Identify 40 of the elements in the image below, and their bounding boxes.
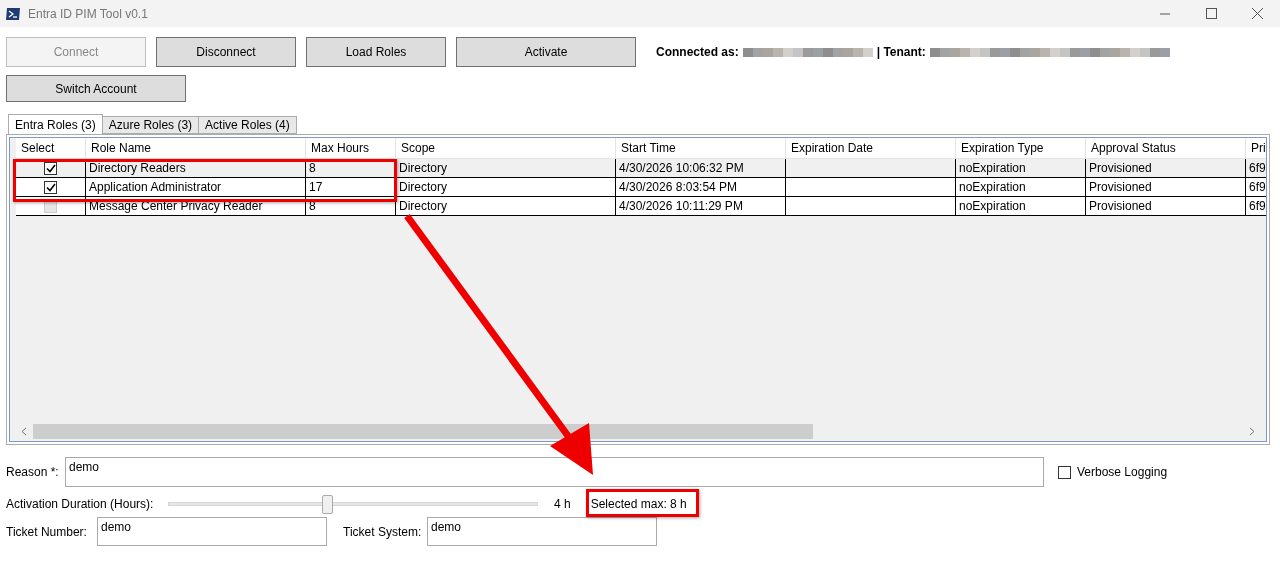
table-cell: Directory — [396, 197, 616, 216]
slider-thumb[interactable] — [322, 494, 334, 514]
table-cell: 6f9 — [1246, 197, 1266, 216]
ticket-number-field[interactable]: demo — [97, 517, 327, 546]
column-header[interactable]: Role Name — [86, 138, 306, 159]
row-checkbox[interactable] — [44, 180, 57, 194]
column-header[interactable]: Select — [16, 138, 86, 159]
toolbar-button[interactable]: Load Roles — [306, 37, 446, 67]
duration-reading: 4 h — [554, 497, 571, 511]
column-header[interactable]: Max Hours — [306, 138, 396, 159]
tab[interactable]: Entra Roles (3) — [8, 114, 103, 134]
toolbar-button[interactable]: Activate — [456, 37, 636, 67]
window-title: Entra ID PIM Tool v0.1 — [28, 6, 148, 21]
toolbar-button[interactable]: Disconnect — [156, 37, 296, 67]
ticket-number-label: Ticket Number: — [6, 524, 88, 539]
selected-max-label: Selected max: 8 h — [590, 497, 687, 511]
checkmark-icon — [45, 163, 56, 173]
table-cell: noExpiration — [956, 197, 1086, 216]
terminal-icon — [6, 7, 20, 20]
tab[interactable]: Azure Roles (3) — [101, 116, 200, 134]
reason-label: Reason *: — [6, 465, 60, 479]
ticket-system-field[interactable]: demo — [427, 517, 657, 546]
verbose-logging-label: Verbose Logging — [1077, 465, 1168, 479]
scrollbar-thumb[interactable] — [33, 424, 813, 439]
duration-label: Activation Duration (Hours): — [6, 497, 154, 511]
tab[interactable]: Active Roles (4) — [198, 116, 297, 134]
table-cell: 4/30/2026 10:11:29 PM — [616, 197, 786, 216]
connected-as-label: Connected as: — [656, 45, 739, 59]
switch-account-button[interactable]: Switch Account — [6, 75, 186, 102]
table-row[interactable]: Directory Readers 8 Directory 4/30/2026 10:06:32 PM noExpiration Provisioned 6f9 — [16, 159, 1266, 178]
tenant-label: | Tenant: — [876, 45, 926, 59]
table-row[interactable]: Application Administrator 17 Directory 4/30/2026 8:03:54 PM noExpiration Provisioned 6f9 — [16, 178, 1266, 197]
maximize-icon — [1205, 8, 1217, 19]
close-icon — [1251, 8, 1263, 19]
duration-slider[interactable] — [168, 494, 538, 514]
verbose-logging-checkbox[interactable] — [1058, 465, 1071, 479]
reason-field[interactable]: demo — [65, 457, 1044, 487]
ticket-system-label: Ticket System: — [343, 524, 423, 539]
table-cell: Provisioned — [1086, 197, 1246, 216]
checkmark-icon — [45, 182, 56, 192]
